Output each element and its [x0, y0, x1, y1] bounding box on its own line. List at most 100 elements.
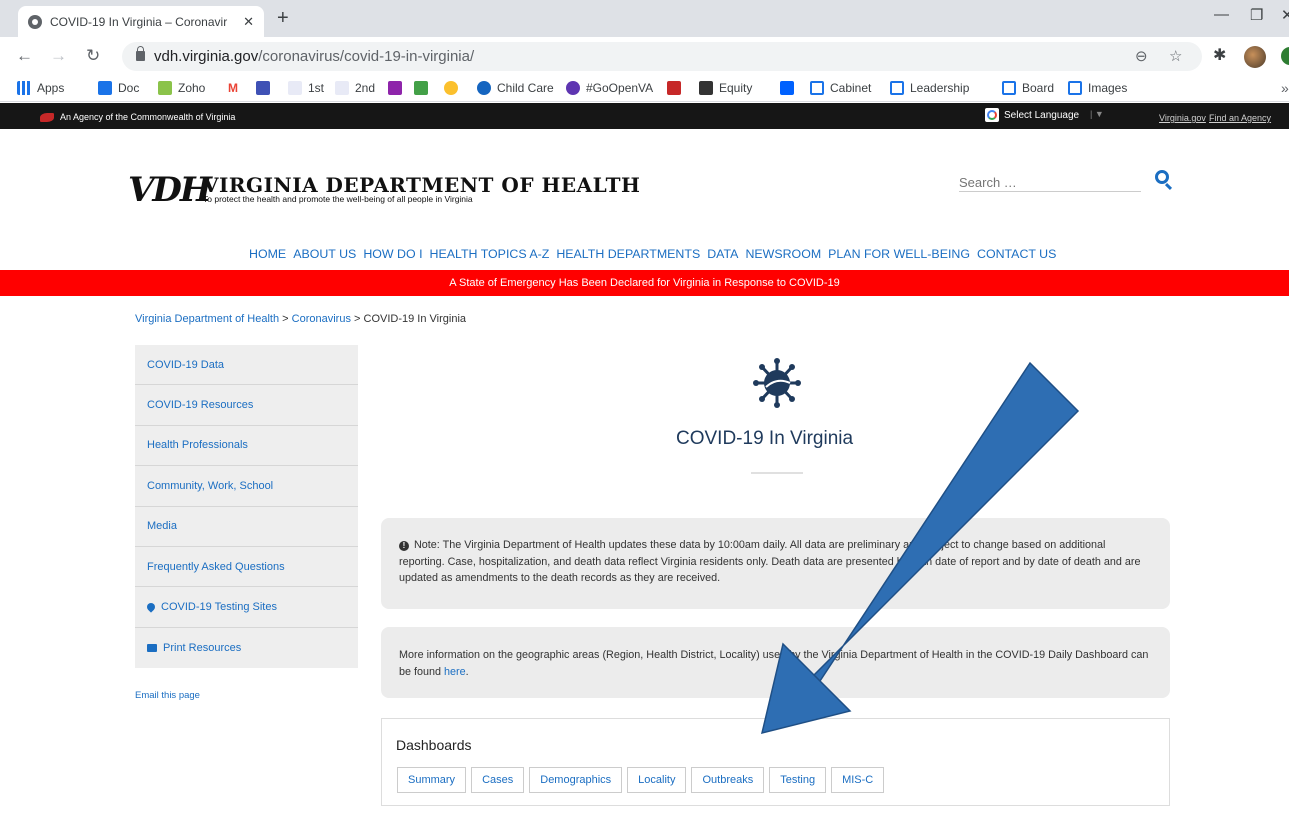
nav-newsroom[interactable]: NEWSROOM [745, 247, 821, 261]
bookmark-cabinet[interactable]: Cabinet [810, 81, 871, 95]
printer-icon [147, 643, 157, 652]
bookmark-apps[interactable]: Apps [17, 81, 64, 95]
tab-close-icon[interactable]: ✕ [243, 14, 254, 30]
sidebar-item-health-professionals[interactable]: Health Professionals [135, 426, 358, 467]
apps-grid-icon [17, 81, 31, 95]
c-logo-icon [477, 81, 491, 95]
bookmark-yellow[interactable] [444, 81, 464, 95]
more-info-text: More information on the geographic areas… [399, 649, 1149, 678]
dropbox-icon [780, 81, 794, 95]
badge-icon [444, 81, 458, 95]
nav-home[interactable]: HOME [249, 247, 286, 261]
virginia-gov-link[interactable]: Virginia.gov [1159, 113, 1206, 123]
extensions-icon[interactable]: ✱ [1213, 45, 1226, 65]
bookmark-child-care[interactable]: Child Care [477, 81, 554, 95]
reload-icon[interactable]: ↻ [86, 46, 100, 66]
star-icon[interactable]: ☆ [1169, 47, 1182, 65]
tab-testing[interactable]: Testing [769, 767, 827, 793]
page-title: COVID-19 In Virginia [676, 428, 854, 449]
nav-how-do-i[interactable]: HOW DO I [363, 247, 422, 261]
screenshot-root: COVID-19 In Virginia – Coronavir ✕ + — ❐… [0, 0, 1289, 822]
sidebar-item-covid-data[interactable]: COVID-19 Data [135, 345, 358, 386]
board-icon [810, 81, 824, 95]
sidebar-item-print-resources[interactable]: Print Resources [135, 628, 358, 668]
sidebar-item-covid-resources[interactable]: COVID-19 Resources [135, 385, 358, 426]
bookmark-goopenva[interactable]: #GoOpenVA [566, 81, 653, 95]
gmail-bookmark[interactable]: M [228, 81, 238, 95]
nav-health-topics[interactable]: HEALTH TOPICS A-Z [430, 247, 550, 261]
bookmarks-more-icon[interactable]: » [1281, 80, 1289, 96]
language-dropdown-arrow[interactable]: | ▼ [1090, 109, 1104, 119]
bookmark-leadership[interactable]: Leadership [890, 81, 969, 95]
board-icon [1068, 81, 1082, 95]
forward-icon[interactable]: → [50, 46, 67, 66]
nav-plan-for-well-being[interactable]: PLAN FOR WELL-BEING [828, 247, 970, 261]
sidebar-item-faq[interactable]: Frequently Asked Questions [135, 547, 358, 588]
bookmark-hand[interactable] [388, 81, 408, 95]
sidebar-item-media[interactable]: Media [135, 507, 358, 547]
dashboards-title: Dashboards [396, 737, 472, 753]
bookmark-images[interactable]: Images [1068, 81, 1127, 95]
zoho-icon [158, 81, 172, 95]
bookmark-zoho[interactable]: Zoho [158, 81, 205, 95]
new-tab-button[interactable]: + [277, 8, 289, 28]
select-language[interactable]: Select Language [1004, 110, 1079, 121]
nav-about-us[interactable]: ABOUT US [293, 247, 356, 261]
nav-data[interactable]: DATA [707, 247, 738, 261]
breadcrumb-coronavirus[interactable]: Coronavirus [292, 313, 351, 325]
emergency-banner[interactable]: A State of Emergency Has Been Declared f… [0, 270, 1289, 296]
bookmark-doc[interactable]: Doc [98, 81, 139, 95]
google-icon [985, 108, 999, 122]
tab-mis-c[interactable]: MIS-C [831, 767, 885, 793]
search-input[interactable] [959, 170, 1141, 192]
breadcrumb-home[interactable]: Virginia Department of Health [135, 313, 279, 325]
note-text: Note: The Virginia Department of Health … [399, 539, 1141, 584]
sidebar-item-testing-sites[interactable]: COVID-19 Testing Sites [135, 587, 358, 628]
dashboards-panel: Dashboards Summary Cases Demographics Lo… [381, 718, 1170, 806]
here-link[interactable]: here [444, 666, 466, 678]
nav-health-departments[interactable]: HEALTH DEPARTMENTS [556, 247, 700, 261]
search-icon[interactable] [1155, 170, 1169, 184]
tab-outbreaks[interactable]: Outbreaks [691, 767, 765, 793]
bookmark-dropbox[interactable] [780, 81, 800, 95]
title-divider [751, 472, 803, 474]
tab-title: COVID-19 In Virginia – Coronavir [50, 14, 228, 29]
vdh-logo[interactable]: VDH [128, 173, 212, 207]
map-pin-icon [145, 601, 157, 613]
restore-icon[interactable]: ❐ [1250, 6, 1263, 24]
sidebar-item-community[interactable]: Community, Work, School [135, 466, 358, 507]
bookmark-forms[interactable] [256, 81, 276, 95]
breadcrumb: Virginia Department of Health > Coronavi… [135, 313, 467, 325]
close-window-icon[interactable]: ✕ [1281, 6, 1289, 24]
bookmark-board[interactable]: Board [1002, 81, 1054, 95]
main-nav: HOME ABOUT US HOW DO I HEALTH TOPICS A-Z… [249, 247, 1069, 261]
hand-icon [388, 81, 402, 95]
browser-tabstrip: COVID-19 In Virginia – Coronavir ✕ + — ❐… [0, 0, 1289, 37]
bookmark-grad[interactable] [414, 81, 434, 95]
profile-avatar[interactable] [1244, 46, 1266, 68]
url-text: vdh.virginia.gov/coronavirus/covid-19-in… [154, 48, 475, 65]
browser-toolbar: ← → ↻ vdh.virginia.gov/coronavirus/covid… [0, 37, 1289, 76]
note-box: ! Note: The Virginia Department of Healt… [381, 518, 1170, 609]
breadcrumb-current: COVID-19 In Virginia [363, 313, 467, 325]
bookmark-1st[interactable]: 1st [288, 81, 324, 95]
address-bar[interactable]: vdh.virginia.gov/coronavirus/covid-19-in… [122, 42, 1202, 71]
dashboards-tabs: Summary Cases Demographics Locality Outb… [397, 767, 885, 793]
tab-summary[interactable]: Summary [397, 767, 467, 793]
tab-demographics[interactable]: Demographics [529, 767, 623, 793]
email-page-link[interactable]: Email this page [135, 690, 200, 701]
bookmark-equity[interactable]: Equity [699, 81, 752, 95]
bookmark-hub[interactable] [667, 81, 687, 95]
back-icon[interactable]: ← [16, 46, 33, 66]
nav-contact-us[interactable]: CONTACT US [977, 247, 1056, 261]
tab-locality[interactable]: Locality [627, 767, 687, 793]
browser-tab[interactable]: COVID-19 In Virginia – Coronavir ✕ [18, 6, 264, 37]
sidebar: COVID-19 Data COVID-19 Resources Health … [135, 345, 358, 668]
tab-cases[interactable]: Cases [471, 767, 525, 793]
va-icon [566, 81, 580, 95]
find-agency-link[interactable]: Find an Agency [1209, 113, 1271, 123]
minimize-icon[interactable]: — [1214, 6, 1229, 23]
cardinal-icon [40, 112, 54, 122]
bookmark-2nd[interactable]: 2nd [335, 81, 375, 95]
zoom-icon[interactable]: ⊖ [1135, 47, 1148, 65]
